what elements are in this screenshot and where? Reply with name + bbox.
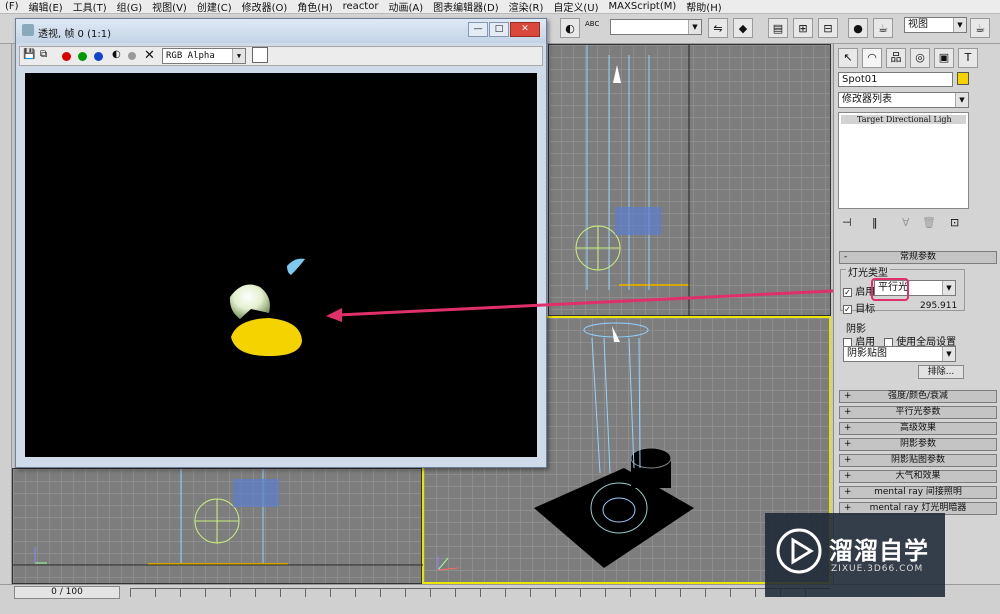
show-end-result-icon[interactable]: ‖ [872,216,878,229]
rollout-expand-icon: + [844,391,852,401]
light-type-label: 灯光类型 [846,264,890,279]
play-logo-icon [776,528,822,574]
modifier-list-combo[interactable]: 修改器列表 ▼ [838,92,969,108]
rollout-title: 平行光参数 [895,407,941,417]
timeline-track[interactable] [130,588,830,597]
create-tab-icon[interactable]: ↖ [838,48,858,68]
rollout-expand-icon: + [844,423,852,433]
time-slider[interactable]: 0 / 100 [14,586,120,599]
rollout-header[interactable]: + 大气和效果 [839,470,997,483]
rollout-title: 阴影贴图参数 [890,455,945,465]
rollout-header[interactable]: + mental ray 间接照明 [839,486,997,499]
rollout-expand-icon: + [844,439,852,449]
rollout-title: 大气和效果 [895,471,941,481]
rollout-title: 高级效果 [899,423,936,433]
exclude-button[interactable]: 排除... [918,365,964,379]
watermark: 溜溜自学 ZIXUE.3D66.COM [765,513,945,597]
make-unique-icon[interactable]: ∀ [902,216,910,229]
rollout-header[interactable]: + 强度/颜色/衰减 [839,390,997,403]
rollout-expand-icon: + [844,471,852,481]
target-checkbox[interactable]: ✓ 目标 [843,300,875,315]
object-name-field[interactable]: Spot01 [838,72,953,87]
target-distance: 295.911 [920,301,958,311]
rollout-title: 强度/颜色/衰减 [887,391,949,401]
rollout-title: mental ray 灯光明暗器 [869,503,967,513]
remove-modifier-icon[interactable]: 🗑 [922,216,936,229]
rollout-header[interactable]: + 高级效果 [839,422,997,435]
motion-tab-icon[interactable]: ◎ [910,48,930,68]
utilities-tab-icon[interactable]: T [958,48,978,68]
rollout-title: mental ray 间接照明 [874,487,962,497]
rollout-title: 阴影参数 [899,439,936,449]
configure-sets-icon[interactable]: ⊡ [950,216,959,229]
rollout-expand-icon: + [844,455,852,465]
display-tab-icon[interactable]: ▣ [934,48,954,68]
highlight-box [871,278,909,301]
general-params-title: 常规参数 [899,252,936,262]
shadow-type-select[interactable]: 阴影贴图 ▼ [843,346,956,362]
target-label: 目标 [855,304,876,315]
watermark-brand: 溜溜自学 [829,537,929,565]
shadow-type-value: 阴影贴图 [847,348,887,359]
rollout-header[interactable]: + 平行光参数 [839,406,997,419]
rollout-header[interactable]: + 阴影参数 [839,438,997,451]
stack-item[interactable]: Target Directional Ligh [841,115,966,124]
rollout-expand-icon: + [844,407,852,417]
watermark-url: ZIXUE.3D66.COM [831,564,924,574]
rollout-expand-icon: + [844,487,852,497]
hierarchy-tab-icon[interactable]: 品 [886,48,906,68]
general-params-header[interactable]: - 常规参数 [839,251,997,264]
pin-stack-icon[interactable]: ⊣ [842,216,852,229]
modify-tab-icon[interactable]: ◠ [862,48,882,68]
object-color-swatch[interactable] [957,72,969,85]
modifier-stack[interactable]: Target Directional Ligh [838,112,969,209]
rollout-header[interactable]: + 阴影贴图参数 [839,454,997,467]
modifier-list-value: 修改器列表 [842,94,892,105]
